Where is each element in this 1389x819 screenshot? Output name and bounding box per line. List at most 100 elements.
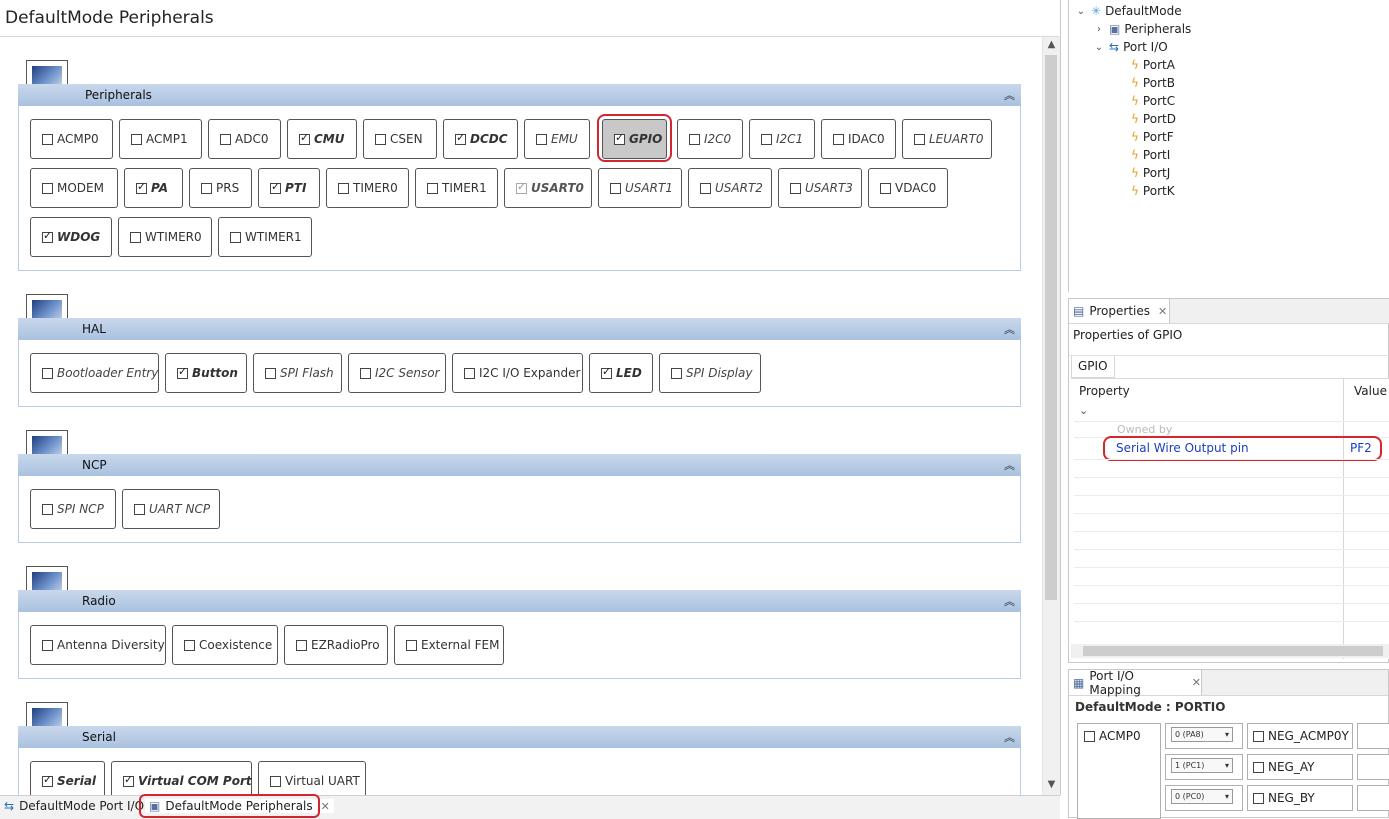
checkbox[interactable] bbox=[790, 182, 801, 194]
checkbox[interactable] bbox=[42, 182, 53, 194]
checkbox[interactable] bbox=[833, 133, 844, 145]
peripheral-i2c1[interactable]: I2C1 bbox=[749, 119, 815, 159]
serial-serial[interactable]: Serial bbox=[30, 761, 105, 795]
peripheral-wdog[interactable]: WDOG bbox=[30, 217, 112, 257]
peripheral-wtimer1[interactable]: WTIMER1 bbox=[218, 217, 312, 257]
peripheral-adc0[interactable]: ADC0 bbox=[208, 119, 281, 159]
checkbox[interactable] bbox=[536, 133, 547, 145]
checkbox-checked[interactable] bbox=[123, 773, 134, 787]
checkbox[interactable] bbox=[671, 367, 682, 379]
pin-select[interactable]: 0 (PA8) ▾ bbox=[1171, 727, 1233, 742]
peripheral-usart0[interactable]: USART0 bbox=[504, 168, 592, 208]
collapse-icon[interactable]: ︽ bbox=[1004, 87, 1015, 103]
checkbox[interactable] bbox=[230, 231, 241, 243]
checkbox-checked[interactable] bbox=[601, 365, 612, 379]
close-icon[interactable]: ✕ bbox=[321, 800, 330, 813]
signal-row[interactable]: NEG_BY bbox=[1247, 785, 1353, 811]
peripheral-usart2[interactable]: USART2 bbox=[688, 168, 772, 208]
tree-item-peripherals[interactable]: › ▣ Peripherals bbox=[1093, 22, 1191, 36]
checkbox[interactable] bbox=[464, 367, 475, 379]
radio-coexistence[interactable]: Coexistence bbox=[172, 625, 278, 665]
peripheral-timer1[interactable]: TIMER1 bbox=[415, 168, 498, 208]
ncp-uart-ncp[interactable]: UART NCP bbox=[122, 489, 220, 529]
scrollbar-thumb[interactable] bbox=[1083, 646, 1383, 656]
checkbox[interactable] bbox=[270, 775, 281, 787]
checkbox[interactable] bbox=[406, 639, 417, 651]
hal-spi-flash[interactable]: SPI Flash bbox=[253, 353, 342, 393]
checkbox[interactable] bbox=[296, 639, 307, 651]
checkbox[interactable] bbox=[134, 503, 145, 515]
checkbox-checked[interactable] bbox=[42, 773, 53, 787]
serial-virtual-com-port[interactable]: Virtual COM Port bbox=[111, 761, 252, 795]
checkbox[interactable] bbox=[1253, 792, 1264, 804]
hal-section-header[interactable]: HAL ︽ bbox=[18, 318, 1021, 340]
peripheral-pa[interactable]: PA bbox=[124, 168, 183, 208]
checkbox-checked[interactable] bbox=[177, 365, 188, 379]
vertical-scrollbar[interactable]: ▲ ▼ bbox=[1042, 37, 1060, 795]
peripheral-acmp1[interactable]: ACMP1 bbox=[119, 119, 202, 159]
peripheral-acmp0[interactable]: ACMP0 bbox=[30, 119, 113, 159]
pin-select[interactable]: 0 (PC0) ▾ bbox=[1171, 789, 1233, 804]
checkbox[interactable] bbox=[610, 182, 621, 194]
signal-row[interactable]: NEG_AY bbox=[1247, 754, 1353, 780]
tree-item-port[interactable]: ϟ PortI bbox=[1131, 148, 1170, 162]
serial-section-header[interactable]: Serial ︽ bbox=[18, 726, 1021, 748]
module-acmp0[interactable]: ACMP0 bbox=[1077, 723, 1161, 819]
peripheral-emu[interactable]: EMU bbox=[524, 119, 590, 159]
peripheral-wtimer0[interactable]: WTIMER0 bbox=[118, 217, 212, 257]
checkbox[interactable] bbox=[761, 133, 772, 145]
hal-i2c-io-expander[interactable]: I2C I/O Expander bbox=[452, 353, 583, 393]
tab-port-io[interactable]: ⇆ DefaultMode Port I/O bbox=[4, 799, 144, 813]
tree-item-port[interactable]: ϟ PortF bbox=[1131, 130, 1174, 144]
checkbox-checked[interactable] bbox=[42, 229, 53, 243]
tab-port-io-mapping[interactable]: ▦ Port I/O Mapping ✕ bbox=[1069, 669, 1202, 697]
checkbox[interactable] bbox=[42, 503, 53, 515]
serial-virtual-uart[interactable]: Virtual UART bbox=[258, 761, 366, 795]
checkbox-checked[interactable] bbox=[270, 180, 281, 194]
scroll-down-icon[interactable]: ▼ bbox=[1043, 777, 1060, 793]
hal-i2c-sensor[interactable]: I2C Sensor bbox=[348, 353, 446, 393]
peripheral-timer0[interactable]: TIMER0 bbox=[326, 168, 409, 208]
peripheral-usart1[interactable]: USART1 bbox=[598, 168, 682, 208]
radio-ezradiopro[interactable]: EZRadioPro bbox=[284, 625, 388, 665]
peripheral-usart3[interactable]: USART3 bbox=[778, 168, 862, 208]
checkbox-checked[interactable] bbox=[516, 180, 527, 194]
peripheral-vdac0[interactable]: VDAC0 bbox=[868, 168, 948, 208]
checkbox[interactable] bbox=[42, 367, 53, 379]
pin-select-row[interactable]: 0 (PC0) ▾ bbox=[1165, 785, 1243, 811]
ncp-spi-ncp[interactable]: SPI NCP bbox=[30, 489, 116, 529]
pin-select[interactable]: 1 (PC1) ▾ bbox=[1171, 758, 1233, 773]
peripheral-prs[interactable]: PRS bbox=[189, 168, 252, 208]
peripheral-gpio[interactable]: GPIO bbox=[602, 119, 667, 159]
checkbox[interactable] bbox=[130, 231, 141, 243]
checkbox[interactable] bbox=[131, 133, 142, 145]
collapse-icon[interactable]: ︽ bbox=[1004, 321, 1015, 337]
checkbox[interactable] bbox=[689, 133, 700, 145]
pin-select-row[interactable]: 1 (PC1) ▾ bbox=[1165, 754, 1243, 780]
peripheral-modem[interactable]: MODEM bbox=[30, 168, 118, 208]
tree-item-port-io[interactable]: ⌄ ⇆ Port I/O bbox=[1093, 40, 1168, 54]
signal-row[interactable]: NEG_ACMP0Y bbox=[1247, 723, 1353, 749]
peripheral-dcdc[interactable]: DCDC bbox=[443, 119, 518, 159]
hal-led[interactable]: LED bbox=[589, 353, 653, 393]
radio-section-header[interactable]: Radio ︽ bbox=[18, 590, 1021, 612]
checkbox[interactable] bbox=[375, 133, 386, 145]
collapse-icon[interactable]: ︽ bbox=[1004, 593, 1015, 609]
peripheral-idac0[interactable]: IDAC0 bbox=[821, 119, 896, 159]
chevron-right-icon[interactable]: › bbox=[1093, 24, 1105, 35]
checkbox[interactable] bbox=[184, 639, 195, 651]
checkbox[interactable] bbox=[1084, 730, 1095, 742]
radio-external-fem[interactable]: External FEM bbox=[394, 625, 504, 665]
peripheral-pti[interactable]: PTI bbox=[258, 168, 320, 208]
checkbox[interactable] bbox=[914, 133, 925, 145]
checkbox[interactable] bbox=[201, 182, 212, 194]
checkbox[interactable] bbox=[220, 133, 231, 145]
hal-spi-display[interactable]: SPI Display bbox=[659, 353, 761, 393]
checkbox-checked[interactable] bbox=[455, 131, 466, 145]
checkbox[interactable] bbox=[880, 182, 891, 194]
chevron-down-icon[interactable]: ⌄ bbox=[1079, 404, 1088, 417]
checkbox[interactable] bbox=[1253, 730, 1264, 742]
checkbox[interactable] bbox=[700, 182, 711, 194]
checkbox-checked[interactable] bbox=[614, 131, 625, 145]
checkbox[interactable] bbox=[265, 367, 276, 379]
